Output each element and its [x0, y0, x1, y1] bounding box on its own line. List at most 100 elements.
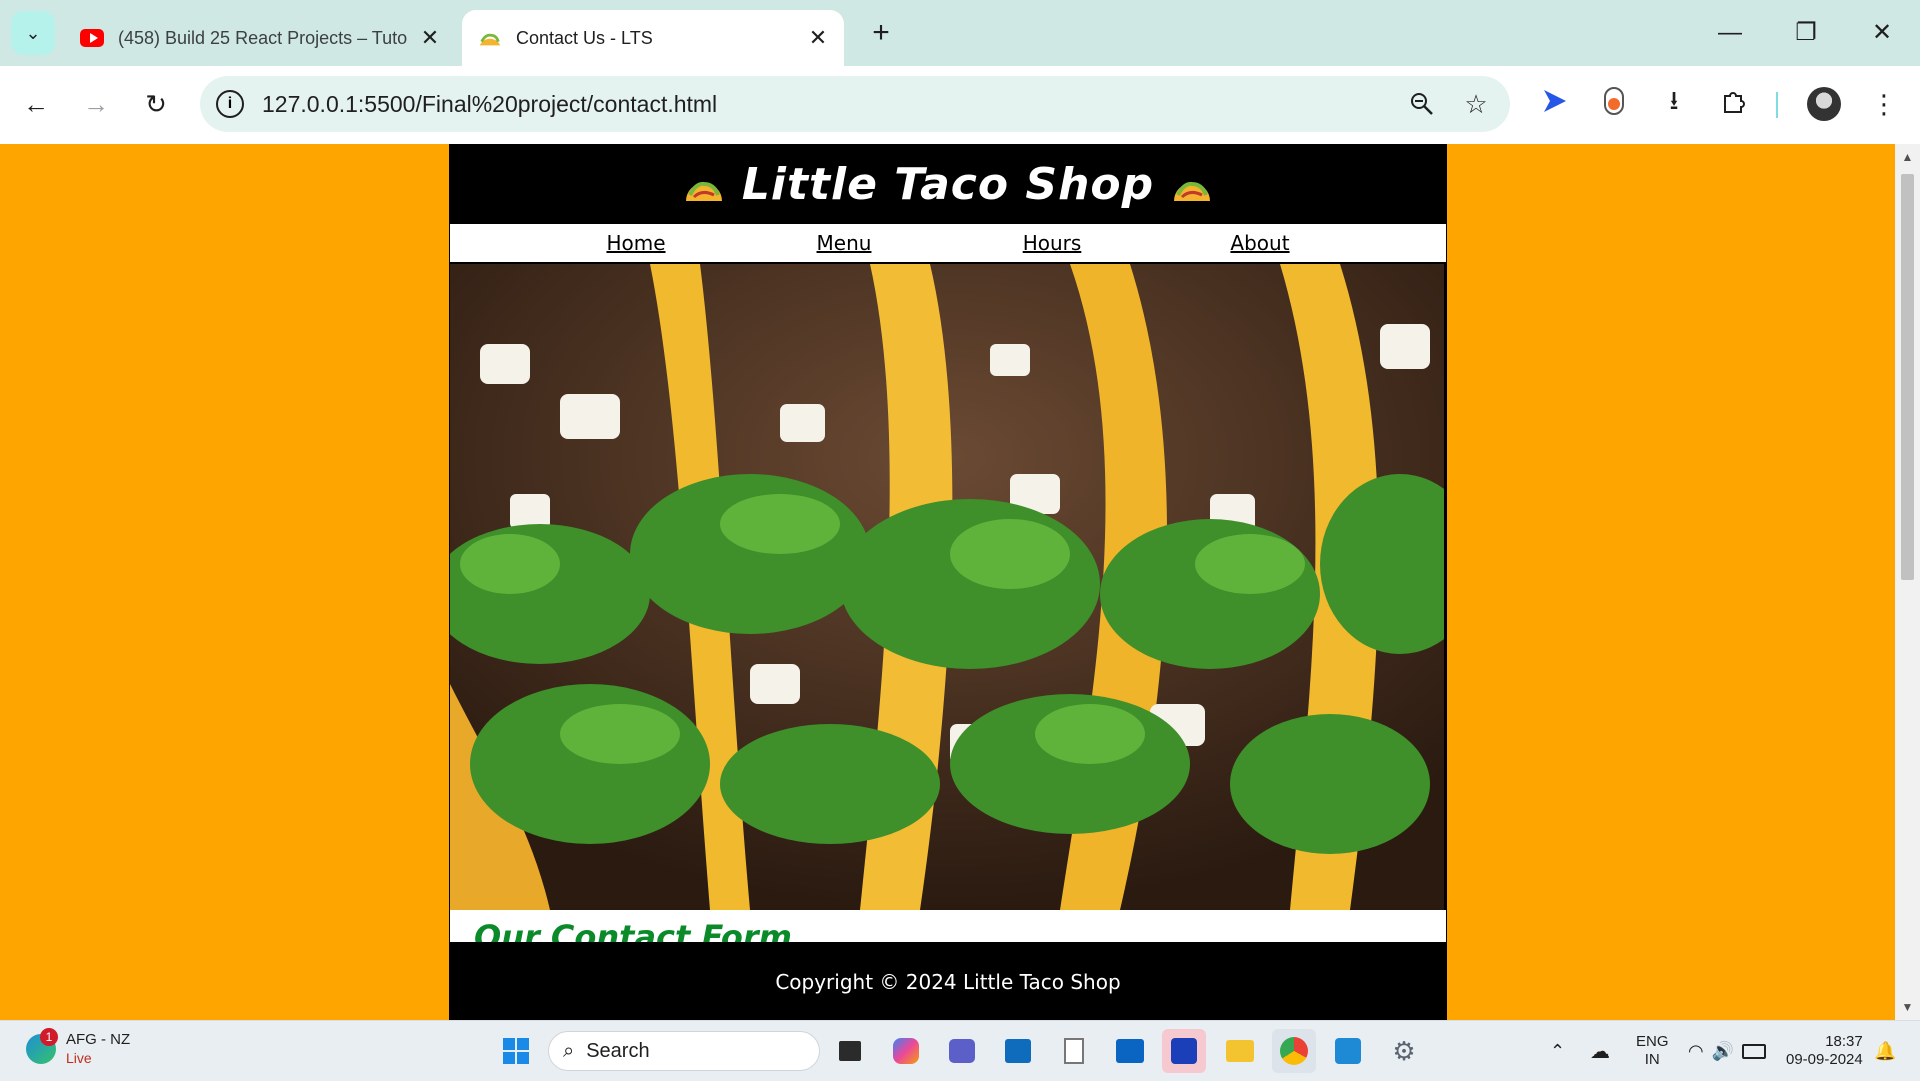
- site-nav: Home Menu Hours About: [450, 224, 1446, 264]
- downloads-button[interactable]: ⭳: [1650, 80, 1698, 128]
- chevron-up-icon: ⌃: [1550, 1040, 1566, 1061]
- restore-button[interactable]: ❐: [1776, 12, 1836, 54]
- search-label: Search: [586, 1039, 650, 1062]
- vscode-button[interactable]: [1326, 1029, 1370, 1073]
- zoom-icon[interactable]: [1402, 84, 1442, 124]
- restore-icon: ❐: [1795, 19, 1817, 46]
- document-icon: [1064, 1038, 1084, 1064]
- outlook-icon: [1116, 1039, 1144, 1063]
- copilot-button[interactable]: [884, 1029, 928, 1073]
- app-icon: [1171, 1038, 1197, 1064]
- outlook-button[interactable]: [1108, 1029, 1152, 1073]
- reload-icon: ↻: [145, 88, 167, 119]
- site-header: Little Taco Shop: [450, 144, 1446, 224]
- teams-icon: [949, 1039, 975, 1063]
- youtube-icon: [80, 26, 104, 50]
- news-title: AFG - NZ: [66, 1031, 131, 1048]
- close-icon[interactable]: ✕: [414, 25, 446, 51]
- site-info-icon[interactable]: i: [216, 90, 244, 118]
- url-text[interactable]: 127.0.0.1:5500/Final%20project/contact.h…: [262, 91, 1402, 118]
- nav-link-hours[interactable]: Hours: [948, 231, 1156, 255]
- download-icon: ⭳: [1669, 85, 1679, 115]
- reload-button[interactable]: ↻: [132, 80, 180, 128]
- windows-icon: [503, 1038, 529, 1064]
- tab-title: Contact Us - LTS: [516, 27, 653, 48]
- chevron-down-icon: ⌄: [25, 22, 41, 43]
- back-button[interactable]: ←: [12, 80, 60, 128]
- quick-settings[interactable]: ◠ 🔊: [1688, 1021, 1767, 1081]
- taco-icon: [1174, 181, 1211, 201]
- nav-link-menu[interactable]: Menu: [740, 231, 948, 255]
- close-window-button[interactable]: ✕: [1852, 12, 1912, 54]
- tab-search-button[interactable]: ⌄: [11, 11, 55, 55]
- scroll-up-icon[interactable]: ▲: [1901, 150, 1914, 164]
- notepad-button[interactable]: [1052, 1029, 1096, 1073]
- avatar: [1807, 87, 1841, 121]
- settings-button[interactable]: ⚙: [1382, 1029, 1426, 1073]
- extension-button[interactable]: [1530, 80, 1578, 128]
- lang-line2: IN: [1644, 1051, 1660, 1068]
- news-widget[interactable]: 1 AFG - NZ Live: [26, 1028, 131, 1067]
- close-icon: ✕: [1871, 19, 1893, 46]
- file-explorer-button[interactable]: [1218, 1029, 1262, 1073]
- show-hidden-icons-button[interactable]: ⌃: [1550, 1021, 1565, 1081]
- notifications-button[interactable]: 🔔: [1874, 1021, 1896, 1081]
- taco-icon: [685, 181, 722, 201]
- copyright-text: Copyright © 2024 Little Taco Shop: [775, 970, 1121, 994]
- scroll-down-icon[interactable]: ▼: [1901, 1000, 1914, 1014]
- taco-icon: [478, 26, 502, 50]
- cricket-icon: 1: [26, 1028, 58, 1064]
- taskbar-search[interactable]: ⌕ Search: [548, 1031, 820, 1071]
- clock-date: 09-09-2024: [1786, 1051, 1863, 1068]
- contact-section: Our Contact Form: [450, 910, 1446, 942]
- nav-link-home[interactable]: Home: [532, 231, 740, 255]
- start-button[interactable]: [494, 1029, 538, 1073]
- copilot-icon: [893, 1038, 919, 1064]
- site-footer: Copyright © 2024 Little Taco Shop: [450, 942, 1446, 1020]
- minimize-button[interactable]: —: [1700, 12, 1760, 54]
- plus-icon: +: [872, 16, 890, 49]
- app-button[interactable]: [1162, 1029, 1206, 1073]
- tacos-photo: [450, 264, 1444, 910]
- clock[interactable]: 18:37 09-09-2024: [1786, 1021, 1863, 1081]
- extensions-button[interactable]: [1710, 80, 1758, 128]
- arrow-right-icon: →: [83, 88, 109, 119]
- puzzle-icon: [1720, 87, 1748, 122]
- notification-badge: 1: [40, 1028, 58, 1046]
- forward-button[interactable]: →: [72, 80, 120, 128]
- nav-link-about[interactable]: About: [1156, 231, 1364, 255]
- menu-button[interactable]: ⋮: [1860, 80, 1908, 128]
- tab-contact-us[interactable]: Contact Us - LTS ✕: [462, 10, 844, 66]
- profile-button[interactable]: [1800, 80, 1848, 128]
- volume-icon: 🔊: [1711, 1040, 1735, 1061]
- teams-button[interactable]: [940, 1029, 984, 1073]
- cloud-icon: ☁: [1590, 1040, 1610, 1063]
- new-tab-button[interactable]: +: [862, 14, 900, 52]
- extension-capsule-icon: [1603, 86, 1625, 123]
- store-button[interactable]: [996, 1029, 1040, 1073]
- toolbar-divider: [1776, 92, 1778, 118]
- tab-title: (458) Build 25 React Projects – Tuto: [118, 27, 408, 48]
- page-scrollbar[interactable]: ▲ ▼: [1895, 144, 1920, 1020]
- scrollbar-thumb[interactable]: [1901, 174, 1914, 580]
- minimize-icon: —: [1718, 19, 1742, 46]
- store-icon: [1005, 1039, 1031, 1063]
- task-view-button[interactable]: [828, 1029, 872, 1073]
- close-icon[interactable]: ✕: [802, 25, 834, 51]
- address-bar[interactable]: i 127.0.0.1:5500/Final%20project/contact…: [200, 76, 1510, 132]
- search-icon: ⌕: [563, 1039, 575, 1062]
- page-viewport: Little Taco Shop Home Menu Hours About O…: [0, 144, 1895, 1020]
- tab-youtube[interactable]: (458) Build 25 React Projects – Tuto ✕: [64, 10, 456, 66]
- language-indicator[interactable]: ENG IN: [1636, 1021, 1669, 1081]
- extension-button[interactable]: [1590, 80, 1638, 128]
- more-vertical-icon: ⋮: [1871, 88, 1897, 119]
- clock-time: 18:37: [1825, 1033, 1863, 1050]
- bookmark-star-icon[interactable]: ☆: [1456, 84, 1496, 124]
- tab-strip: ⌄ (458) Build 25 React Projects – Tuto ✕…: [0, 0, 1920, 66]
- task-view-icon: [839, 1041, 861, 1061]
- battery-icon: [1742, 1043, 1767, 1059]
- play-extension-icon: [1539, 86, 1569, 123]
- news-status: Live: [66, 1050, 92, 1066]
- onedrive-button[interactable]: ☁: [1590, 1021, 1610, 1081]
- chrome-button[interactable]: [1272, 1029, 1316, 1073]
